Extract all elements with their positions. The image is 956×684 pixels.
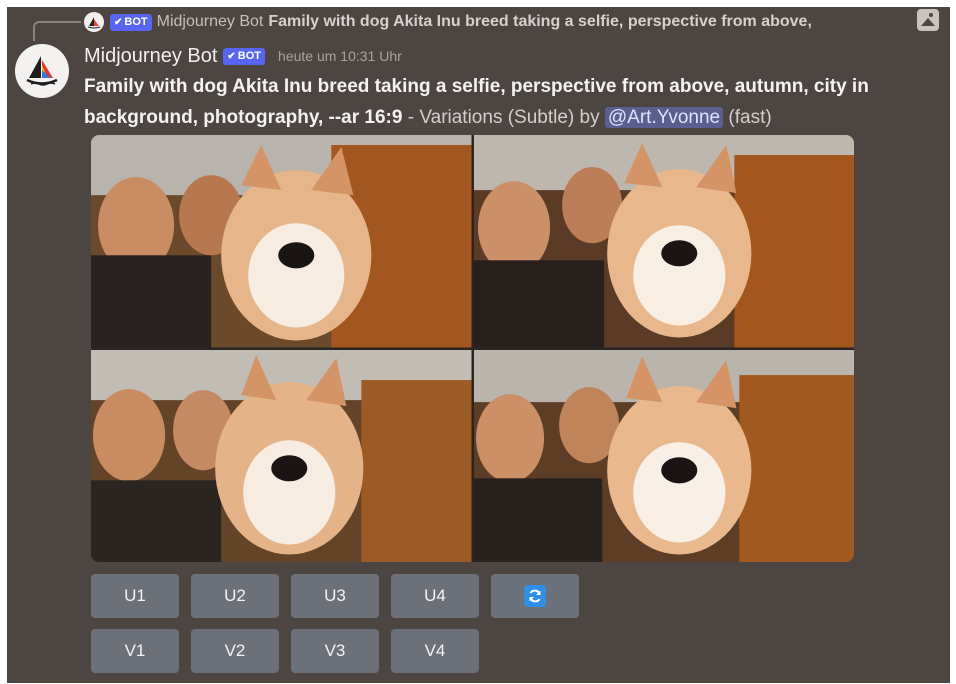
refresh-icon [524,585,546,607]
upscale-3-button[interactable]: U3 [291,574,379,618]
image-4[interactable] [473,349,854,562]
reply-bot-badge: ✔ BOT [110,13,152,31]
bot-avatar[interactable] [15,44,69,98]
image-grid[interactable] [91,135,854,562]
reply-author[interactable]: Midjourney Bot [157,13,264,31]
upscale-2-button[interactable]: U2 [191,574,279,618]
speed-text: (fast) [723,107,772,128]
reroll-button[interactable] [491,574,579,618]
variation-4-button[interactable]: V4 [391,629,479,673]
image-2[interactable] [473,135,854,348]
user-mention[interactable]: @Art.Yvonne [604,107,724,128]
author-name[interactable]: Midjourney Bot [84,45,217,68]
reply-text[interactable]: Family with dog Akita Inu breed taking a… [268,13,812,31]
variation-text: Variations (Subtle) by [419,107,605,128]
timestamp: heute um 10:31 Uhr [278,48,402,64]
variation-3-button[interactable]: V3 [291,629,379,673]
image-icon [917,9,939,31]
upscale-1-button[interactable]: U1 [91,574,179,618]
reply-preview[interactable]: ✔ BOT Midjourney Bot Family with dog Akit… [84,11,812,33]
bot-badge: ✔ BOT [223,47,266,65]
upscale-4-button[interactable]: U4 [391,574,479,618]
variation-2-button[interactable]: V2 [191,629,279,673]
reply-avatar [84,12,104,32]
image-1[interactable] [91,135,472,348]
message-header: Midjourney Bot ✔ BOT heute um 10:31 Uhr [84,43,402,69]
variation-1-button[interactable]: V1 [91,629,179,673]
image-3[interactable] [91,349,472,562]
message-content: Family with dog Akita Inu breed taking a… [84,71,946,133]
separator: - [402,107,420,128]
reply-connector [33,21,81,41]
